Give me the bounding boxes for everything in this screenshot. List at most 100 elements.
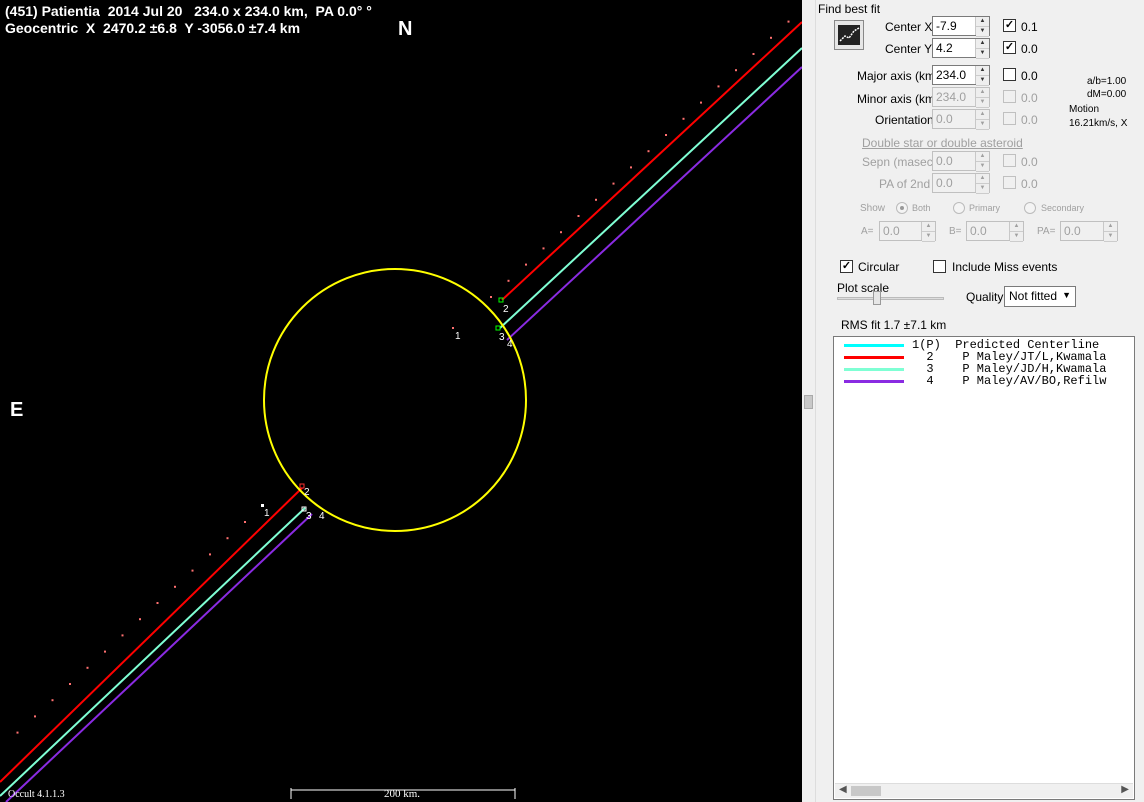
orientation-checkbox[interactable] <box>1003 112 1016 125</box>
scrollbar-thumb[interactable] <box>851 786 881 796</box>
event-marker-3-upper <box>495 325 501 331</box>
include-miss-checkbox[interactable] <box>933 260 946 273</box>
marker-label-1-upper: 1 <box>455 331 461 342</box>
pa-2nd-value[interactable]: 0.0 <box>933 174 975 192</box>
marker-label-2-lower: 2 <box>304 487 310 498</box>
show-primary-radio[interactable] <box>953 202 965 214</box>
sepn-checkbox[interactable] <box>1003 154 1016 167</box>
predicted-dot <box>139 618 141 621</box>
legend-horizontal-scrollbar[interactable]: ◀ ▶ <box>835 783 1133 798</box>
show-primary-label: Primary <box>969 203 1000 213</box>
center-x-value[interactable]: -7.9 <box>933 17 975 35</box>
sepn-value[interactable]: 0.0 <box>933 152 975 170</box>
scroll-right-icon[interactable]: ▶ <box>1121 784 1129 795</box>
minor-axis-check-value: 0.0 <box>1021 91 1038 105</box>
b-value[interactable]: 0.0 <box>967 222 1009 240</box>
chord-legend-list[interactable]: 1(P) Predicted Centerline 2 P Maley/JT/L… <box>833 336 1135 800</box>
major-axis-spinner[interactable]: 234.0 ▲ ▼ <box>932 65 990 86</box>
spin-up-icon[interactable]: ▲ <box>976 174 989 184</box>
circular-checkbox[interactable]: ✓ <box>840 260 853 273</box>
pa-label: PA= <box>1037 226 1056 237</box>
pa-spinner[interactable]: 0.0 ▲ ▼ <box>1060 221 1118 242</box>
legend-item[interactable]: 4 P Maley/AV/BO,Refilw <box>834 374 1134 388</box>
b-spinner[interactable]: 0.0 ▲ ▼ <box>966 221 1024 242</box>
predicted-dot <box>226 537 229 540</box>
a-spinner[interactable]: 0.0 ▲ ▼ <box>879 221 936 242</box>
plot-vertical-scrollbar[interactable] <box>802 0 815 802</box>
spin-down-icon[interactable]: ▼ <box>976 27 989 37</box>
compass-north-label: N <box>398 18 413 40</box>
predicted-dot <box>717 85 720 88</box>
spin-up-icon[interactable]: ▲ <box>1010 222 1023 232</box>
spin-down-icon[interactable]: ▼ <box>976 120 989 130</box>
chevron-down-icon[interactable]: ▼ <box>1062 290 1071 300</box>
major-axis-checkbox[interactable] <box>1003 68 1016 81</box>
quality-value: Not fitted <box>1009 289 1058 303</box>
scroll-left-icon[interactable]: ◀ <box>839 784 847 795</box>
plot-title: (451) Patientia 2014 Jul 20 234.0 x 234.… <box>5 3 372 19</box>
include-miss-label: Include Miss events <box>952 260 1058 274</box>
center-y-spinner[interactable]: 4.2 ▲ ▼ <box>932 38 990 59</box>
spin-down-icon[interactable]: ▼ <box>922 232 935 242</box>
pa-2nd-spinner[interactable]: 0.0 ▲ ▼ <box>932 173 990 194</box>
spin-down-icon[interactable]: ▼ <box>976 49 989 59</box>
show-secondary-radio[interactable] <box>1024 202 1036 214</box>
spin-up-icon[interactable]: ▲ <box>922 222 935 232</box>
center-x-checkbox[interactable]: ✓ <box>1003 19 1016 32</box>
plot-scale-slider[interactable] <box>837 288 944 308</box>
spin-up-icon[interactable]: ▲ <box>976 66 989 76</box>
version-label: Occult 4.1.1.3 <box>8 789 65 800</box>
major-axis-label: Major axis (km) <box>857 69 940 83</box>
orientation-spinner[interactable]: 0.0 ▲ ▼ <box>932 109 990 130</box>
pa-2nd-label: PA of 2nd <box>879 177 931 191</box>
minor-axis-checkbox[interactable] <box>1003 90 1016 103</box>
minor-axis-value[interactable]: 234.0 <box>933 88 975 106</box>
predicted-dot <box>34 715 36 718</box>
motion-label: Motion <box>1069 104 1100 115</box>
spin-down-icon[interactable]: ▼ <box>976 76 989 86</box>
sepn-spinner[interactable]: 0.0 ▲ ▼ <box>932 151 990 172</box>
compass-east-label: E <box>10 399 24 421</box>
predicted-dot <box>452 327 454 329</box>
occultation-plot[interactable]: 1 2 3 4 1 2 3 4 (451) Patientia 2014 Jul… <box>0 0 802 802</box>
spin-up-icon[interactable]: ▲ <box>976 17 989 27</box>
show-both-radio[interactable] <box>896 202 908 214</box>
spin-down-icon[interactable]: ▼ <box>976 162 989 172</box>
predicted-dot <box>542 247 545 250</box>
spin-down-icon[interactable]: ▼ <box>976 98 989 108</box>
slider-knob[interactable] <box>873 291 881 305</box>
pa-value[interactable]: 0.0 <box>1061 222 1103 240</box>
show-secondary-label: Secondary <box>1041 203 1085 213</box>
spin-up-icon[interactable]: ▲ <box>976 152 989 162</box>
chord-2-line-lower <box>0 487 303 783</box>
sepn-check-value: 0.0 <box>1021 155 1038 169</box>
a-value[interactable]: 0.0 <box>880 222 921 240</box>
minor-axis-label: Minor axis (km) <box>857 92 940 106</box>
spin-up-icon[interactable]: ▲ <box>976 110 989 120</box>
predicted-dot <box>209 553 211 556</box>
scrollbar-thumb[interactable] <box>804 395 813 409</box>
spin-down-icon[interactable]: ▼ <box>976 184 989 194</box>
motion-value: 16.21km/s, X <box>1069 118 1128 129</box>
predicted-dot <box>191 569 194 572</box>
pa-2nd-checkbox[interactable] <box>1003 176 1016 189</box>
predicted-dot <box>787 20 790 23</box>
center-x-spinner[interactable]: -7.9 ▲ ▼ <box>932 16 990 37</box>
spin-up-icon[interactable]: ▲ <box>1104 222 1117 232</box>
quality-select[interactable]: Not fitted ▼ <box>1004 286 1076 307</box>
legend-swatch <box>844 380 904 383</box>
center-y-value[interactable]: 4.2 <box>933 39 975 57</box>
show-both-label: Both <box>912 203 931 213</box>
center-y-checkbox[interactable]: ✓ <box>1003 41 1016 54</box>
find-best-fit-button[interactable] <box>834 20 864 50</box>
spin-up-icon[interactable]: ▲ <box>976 88 989 98</box>
spin-down-icon[interactable]: ▼ <box>1010 232 1023 242</box>
spin-up-icon[interactable]: ▲ <box>976 39 989 49</box>
major-axis-value[interactable]: 234.0 <box>933 66 975 84</box>
center-x-check-value: 0.1 <box>1021 20 1038 34</box>
orientation-value[interactable]: 0.0 <box>933 110 975 128</box>
minor-axis-spinner[interactable]: 234.0 ▲ ▼ <box>932 87 990 108</box>
chord-4-line-lower <box>5 513 313 802</box>
major-axis-check-value: 0.0 <box>1021 69 1038 83</box>
spin-down-icon[interactable]: ▼ <box>1104 232 1117 242</box>
